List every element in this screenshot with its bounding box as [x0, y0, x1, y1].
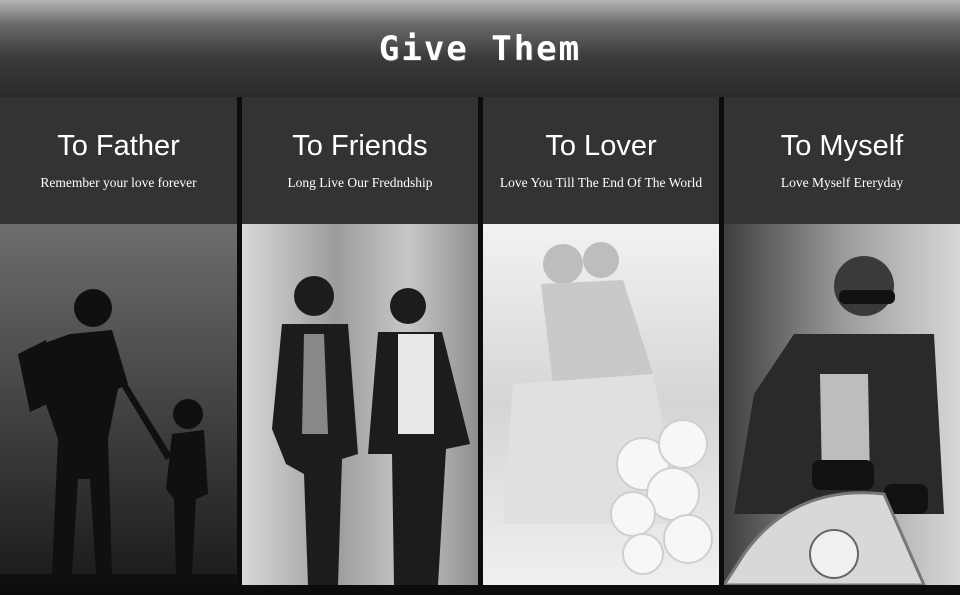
panel-title: To Myself [780, 130, 904, 162]
panel-title: To Father [57, 130, 180, 162]
panel-caption: To Myself Love Myself Ereryday [724, 97, 960, 224]
header-banner: Give Them [0, 0, 960, 97]
panel-caption: To Lover Love You Till The End Of The Wo… [483, 97, 719, 224]
panel-subtitle: Long Live Our Fredndship [287, 175, 433, 190]
panel-caption: To Friends Long Live Our Fredndship [242, 97, 478, 224]
gift-panels: To Father Remember your love forever To … [0, 97, 960, 595]
panel-father[interactable]: To Father Remember your love forever [0, 97, 237, 585]
panel-myself[interactable]: To Myself Love Myself Ereryday [724, 97, 960, 585]
father-and-child-silhouette-icon [0, 224, 237, 585]
panel-title: To Friends [292, 130, 428, 162]
panel-subtitle: Love Myself Ereryday [780, 175, 904, 190]
panel-caption: To Father Remember your love forever [0, 97, 237, 224]
man-on-motorcycle-icon [724, 224, 960, 585]
bride-with-flowers-icon [483, 224, 719, 585]
page-title: Give Them [378, 28, 582, 69]
two-men-in-suits-icon [242, 224, 478, 585]
panel-friends[interactable]: To Friends Long Live Our Fredndship [242, 97, 478, 585]
panel-subtitle: Love You Till The End Of The World [499, 175, 703, 190]
panel-lover[interactable]: To Lover Love You Till The End Of The Wo… [483, 97, 719, 585]
panel-title: To Lover [545, 130, 657, 162]
panel-subtitle: Remember your love forever [40, 175, 197, 190]
